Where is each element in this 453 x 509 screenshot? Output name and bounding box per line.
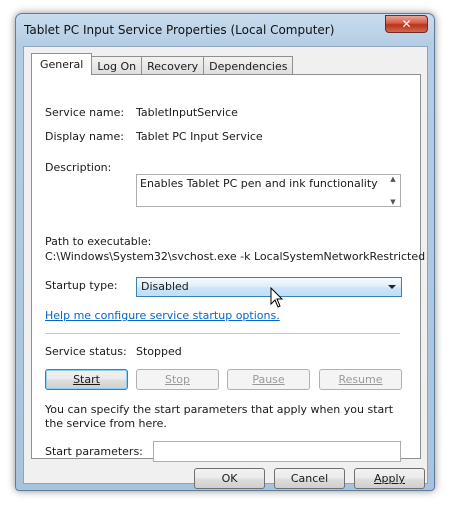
tab-strip: General Log On Recovery Dependencies	[31, 53, 294, 75]
scroll-up-icon[interactable]: ▲	[390, 175, 395, 183]
start-parameters-label: Start parameters:	[45, 445, 143, 458]
description-value: Enables Tablet PC pen and ink functional…	[140, 177, 378, 190]
service-name-label: Service name:	[45, 106, 125, 119]
general-tab-panel: Service name: TabletInputService Display…	[31, 74, 425, 462]
dialog-client-area: General Log On Recovery Dependencies Ser…	[23, 46, 428, 489]
mouse-pointer-icon	[270, 287, 284, 308]
display-name-value: Tablet PC Input Service	[136, 130, 263, 143]
service-name-value: TabletInputService	[136, 106, 238, 119]
path-value: C:\Windows\System32\svchost.exe -k Local…	[45, 250, 426, 263]
pause-button[interactable]: Pause	[227, 369, 310, 390]
help-configure-link[interactable]: Help me configure service startup option…	[45, 309, 280, 322]
title-bar[interactable]: Tablet PC Input Service Properties (Loca…	[16, 14, 434, 44]
scroll-down-icon[interactable]: ▼	[390, 198, 395, 206]
service-status-value: Stopped	[136, 345, 182, 358]
resume-button[interactable]: Resume	[319, 369, 402, 390]
chevron-down-icon	[388, 285, 396, 289]
display-name-label: Display name:	[45, 130, 124, 143]
startup-type-value: Disabled	[141, 280, 189, 293]
tab-dependencies[interactable]: Dependencies	[203, 56, 294, 75]
startup-type-select[interactable]: Disabled	[136, 277, 402, 297]
startup-type-label: Startup type:	[45, 279, 118, 292]
start-button[interactable]: Start	[45, 369, 128, 390]
close-button[interactable]: ✕	[385, 15, 428, 33]
cancel-button[interactable]: Cancel	[274, 468, 345, 489]
apply-button[interactable]: Apply	[354, 468, 425, 489]
service-status-label: Service status:	[45, 345, 127, 358]
section-separator	[45, 333, 400, 334]
description-textbox[interactable]: Enables Tablet PC pen and ink functional…	[136, 174, 401, 207]
properties-window: Tablet PC Input Service Properties (Loca…	[15, 13, 435, 491]
start-params-description: You can specify the start parameters tha…	[45, 403, 394, 430]
tab-general[interactable]: General	[31, 53, 93, 75]
path-label: Path to executable:	[45, 235, 152, 248]
tab-recovery[interactable]: Recovery	[141, 56, 205, 75]
ok-button[interactable]: OK	[194, 468, 265, 489]
description-scrollbar[interactable]: ▲ ▼	[386, 175, 400, 206]
start-parameters-input[interactable]	[153, 441, 401, 462]
close-icon: ✕	[401, 17, 412, 31]
stop-button[interactable]: Stop	[136, 369, 219, 390]
tab-log-on[interactable]: Log On	[91, 56, 143, 75]
description-label: Description:	[45, 161, 112, 174]
window-title: Tablet PC Input Service Properties (Loca…	[24, 23, 335, 37]
